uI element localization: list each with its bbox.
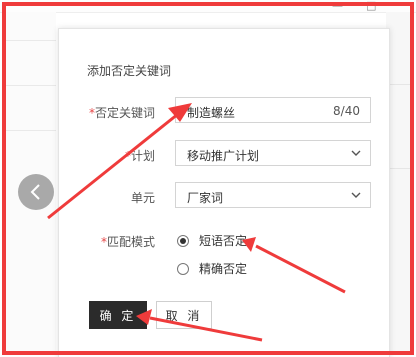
screenshot-stage: — □ 添加否定关键词 *否定关键词 制造螺丝 8/40 *计划 移动推广计划 (0, 0, 416, 357)
annotation-frame (2, 2, 414, 355)
